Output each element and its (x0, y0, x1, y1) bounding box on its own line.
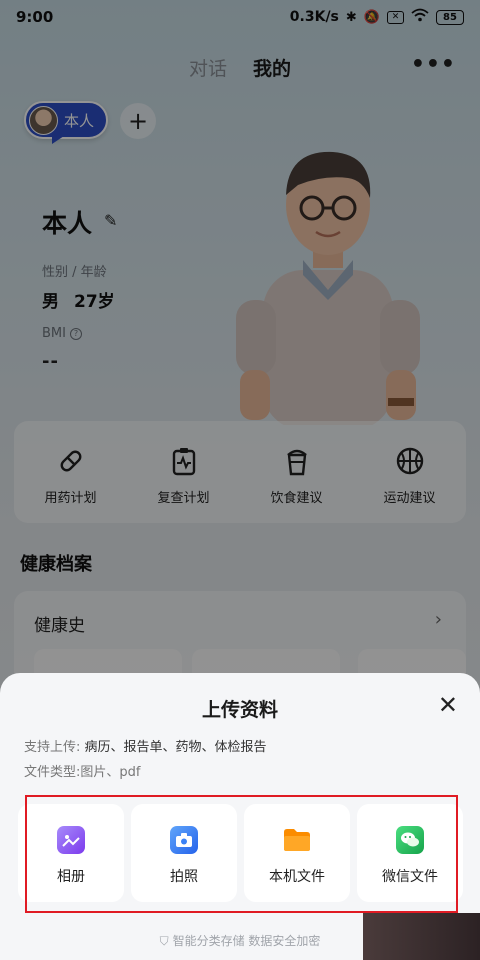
close-icon[interactable]: ✕ (438, 691, 458, 719)
support-items: 病历、报告单、药物、体检报告 (84, 740, 267, 755)
annotation-highlight-box (25, 795, 458, 913)
support-text: 支持上传: 病历、报告单、药物、体检报告 (24, 736, 267, 755)
filetype-text: 文件类型:图片、pdf (24, 761, 140, 780)
security-note-text: 智能分类存储 数据安全加密 (172, 934, 321, 948)
support-prefix: 支持上传: (24, 740, 81, 755)
app-screen: 9:00 0.3K/s ✱ 🔕 ✕ 85 对话 我的 ••• 本人 + 本人 ✎… (0, 0, 480, 960)
corner-decoration (363, 913, 480, 960)
filetype-prefix: 文件类型: (24, 765, 81, 780)
filetype-items: 图片、pdf (80, 765, 141, 780)
sheet-title: 上传资料 (201, 699, 278, 721)
shield-icon: ⛉ (159, 934, 169, 948)
